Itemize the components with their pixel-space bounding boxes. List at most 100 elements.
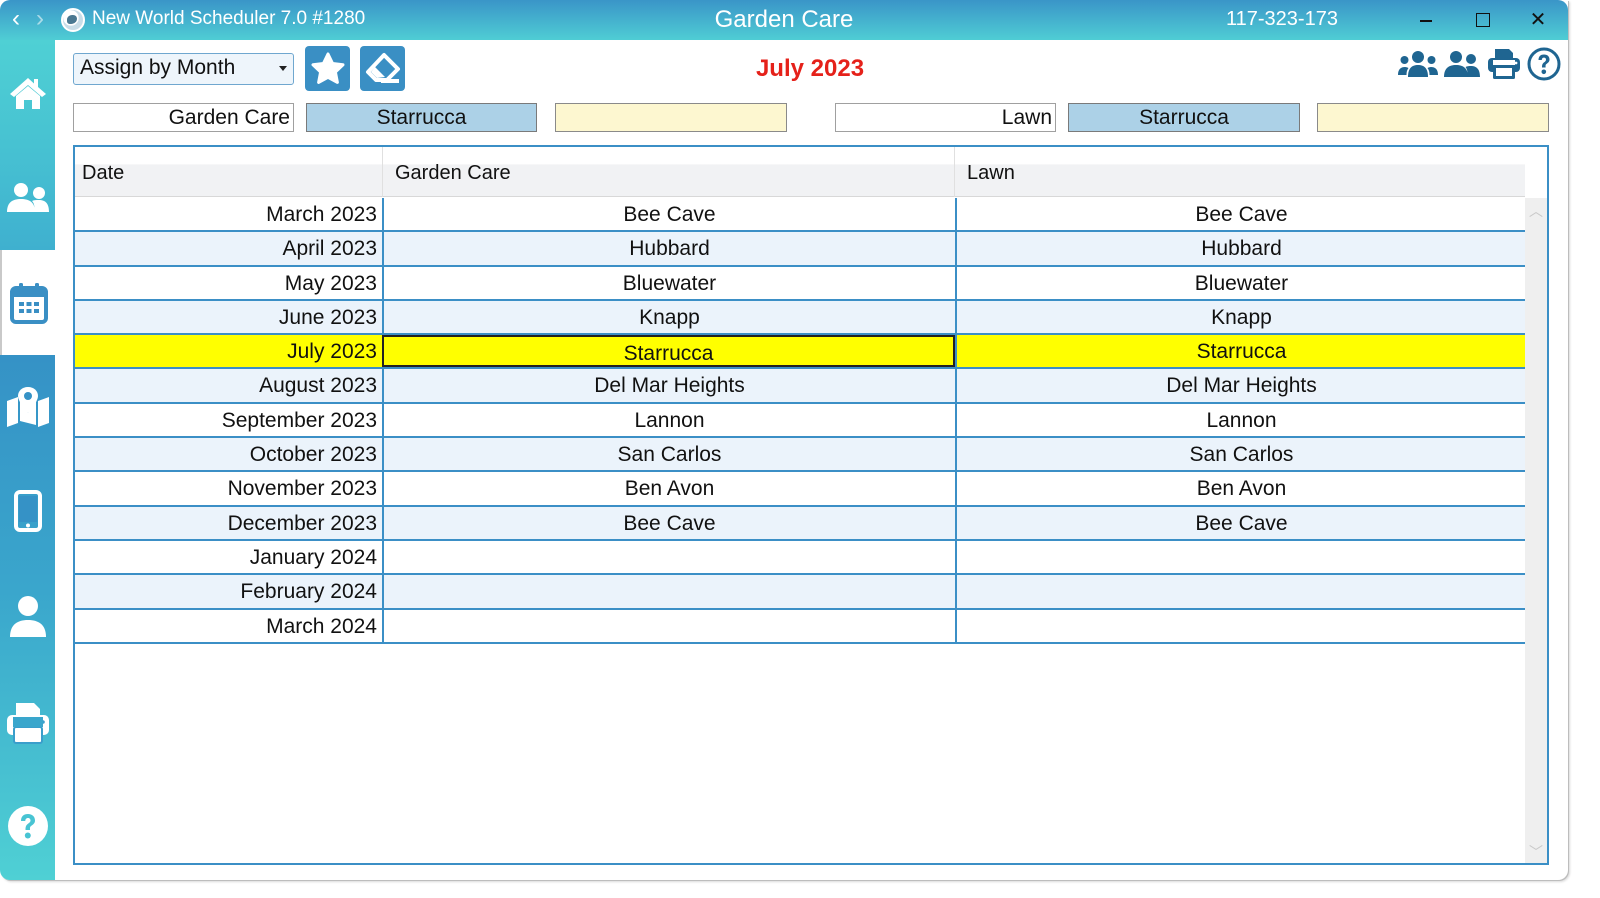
sidebar-item-home[interactable] <box>0 40 55 145</box>
left-selected-congregation[interactable]: Starrucca <box>306 103 537 132</box>
date-cell[interactable]: March 2023 <box>75 198 382 230</box>
sidebar-item-people[interactable] <box>0 145 55 250</box>
garden-care-cell[interactable]: Bluewater <box>382 266 955 299</box>
lawn-cell[interactable]: Lannon <box>955 403 1526 437</box>
lawn-cell[interactable]: Bee Cave <box>955 198 1526 231</box>
garden-care-cell[interactable] <box>382 575 955 608</box>
table-row[interactable]: February 2024 <box>75 575 1526 610</box>
lawn-cell[interactable]: Ben Avon <box>955 472 1526 505</box>
right-selected-congregation[interactable]: Starrucca <box>1068 103 1300 132</box>
star-icon <box>311 52 344 84</box>
minimize-button[interactable] <box>1406 6 1446 34</box>
date-cell[interactable]: April 2023 <box>75 232 382 264</box>
clear-button[interactable] <box>360 46 405 91</box>
people-icon <box>6 182 49 212</box>
lawn-cell[interactable]: Starrucca <box>955 335 1526 368</box>
assign-mode-select[interactable]: Assign by Month <box>73 53 294 85</box>
column-header-lawn[interactable]: Lawn <box>955 147 1526 197</box>
garden-care-cell[interactable]: Hubbard <box>382 232 955 265</box>
home-icon <box>9 77 46 109</box>
table-row[interactable]: January 2024 <box>75 540 1526 576</box>
help-button[interactable] <box>1527 46 1561 82</box>
lawn-cell[interactable]: Hubbard <box>955 232 1526 265</box>
garden-care-cell[interactable]: San Carlos <box>382 438 955 471</box>
garden-care-cell[interactable]: Starrucca <box>382 335 955 368</box>
garden-care-cell[interactable]: Bee Cave <box>382 198 955 231</box>
date-cell[interactable]: August 2023 <box>75 369 382 401</box>
garden-care-cell[interactable] <box>382 540 955 574</box>
date-cell[interactable]: January 2024 <box>75 541 382 573</box>
help-icon <box>1527 47 1561 81</box>
garden-care-cell[interactable]: Bee Cave <box>382 506 955 539</box>
table-row[interactable]: April 2023 Hubbard Hubbard <box>75 232 1526 267</box>
printer-icon <box>6 703 49 744</box>
current-month-title: July 2023 <box>755 55 865 82</box>
user-icon <box>9 596 46 637</box>
left-ministry-label[interactable]: Garden Care <box>73 103 294 132</box>
right-extra-field[interactable] <box>1317 103 1549 132</box>
garden-care-cell[interactable]: Del Mar Heights <box>382 369 955 402</box>
garden-care-cell[interactable] <box>382 609 955 642</box>
garden-care-cell[interactable]: Knapp <box>382 300 955 334</box>
table-row[interactable]: December 2023 Bee Cave Bee Cave <box>75 506 1526 541</box>
garden-care-cell[interactable]: Lannon <box>382 403 955 437</box>
date-cell[interactable]: November 2023 <box>75 472 382 504</box>
sidebar-item-user[interactable] <box>0 595 55 639</box>
date-cell[interactable]: September 2023 <box>75 404 382 436</box>
left-extra-field[interactable] <box>555 103 787 132</box>
sidebar-item-print[interactable] <box>0 701 55 745</box>
close-button[interactable]: ✕ <box>1518 6 1558 34</box>
lawn-cell[interactable]: Knapp <box>955 300 1526 334</box>
table-row-current[interactable]: July 2023 Starrucca Starrucca <box>75 335 1526 370</box>
print-button[interactable] <box>1488 46 1520 82</box>
lawn-cell[interactable] <box>955 540 1526 574</box>
right-ministry-label[interactable]: Lawn <box>835 103 1056 132</box>
garden-care-cell[interactable]: Ben Avon <box>382 472 955 505</box>
table-row[interactable]: August 2023 Del Mar Heights Del Mar Height… <box>75 369 1526 404</box>
grid-body: March 2023 Bee Cave Bee Cave April 2023 Hubb… <box>75 198 1526 644</box>
people-button[interactable] <box>1443 46 1481 82</box>
lawn-cell[interactable]: Bluewater <box>955 266 1526 299</box>
column-header-garden-care[interactable]: Garden Care <box>383 147 955 197</box>
sidebar-item-calendar[interactable] <box>0 250 55 355</box>
group-button[interactable] <box>1398 46 1438 82</box>
vertical-scrollbar[interactable]: ︿ ﹀ <box>1525 198 1547 863</box>
help-icon <box>7 806 48 846</box>
sidebar-item-mobile[interactable] <box>0 490 55 532</box>
date-cell[interactable]: July 2023 <box>75 335 382 367</box>
scroll-down-chevron-icon[interactable]: ﹀ <box>1525 841 1547 863</box>
lawn-cell[interactable] <box>955 575 1526 608</box>
date-cell[interactable]: June 2023 <box>75 301 382 333</box>
lawn-cell[interactable]: San Carlos <box>955 438 1526 471</box>
table-row[interactable]: March 2023 Bee Cave Bee Cave <box>75 198 1526 233</box>
map-marker-icon <box>6 387 49 427</box>
date-cell[interactable]: October 2023 <box>75 438 382 470</box>
table-row[interactable]: September 2023 Lannon Lannon <box>75 403 1526 439</box>
date-cell[interactable]: February 2024 <box>75 575 382 607</box>
sidebar-item-help[interactable] <box>0 805 55 847</box>
account-code: 117-323-173 <box>1226 8 1338 30</box>
lawn-cell[interactable] <box>955 609 1526 642</box>
favorite-button[interactable] <box>305 46 350 91</box>
date-cell[interactable]: December 2023 <box>75 507 382 539</box>
sidebar-item-map[interactable] <box>0 387 55 427</box>
assign-mode-value: Assign by Month <box>80 56 236 79</box>
maximize-button[interactable] <box>1462 6 1502 34</box>
calendar-icon <box>9 282 48 324</box>
eraser-icon <box>365 52 400 83</box>
grid-header: Date Garden Care Lawn <box>75 147 1526 197</box>
table-row[interactable]: November 2023 Ben Avon Ben Avon <box>75 472 1526 507</box>
date-cell[interactable]: May 2023 <box>75 267 382 299</box>
lawn-cell[interactable]: Del Mar Heights <box>955 369 1526 402</box>
group-icon <box>1398 51 1438 77</box>
date-cell[interactable]: March 2024 <box>75 610 382 642</box>
scroll-up-chevron-icon[interactable]: ︿ <box>1525 200 1547 222</box>
lawn-cell[interactable]: Bee Cave <box>955 506 1526 539</box>
table-row[interactable]: June 2023 Knapp Knapp <box>75 300 1526 336</box>
table-row[interactable]: March 2024 <box>75 609 1526 644</box>
column-header-date[interactable]: Date <box>75 147 383 197</box>
table-row[interactable]: October 2023 San Carlos San Carlos <box>75 438 1526 473</box>
app-window: ‹ › New World Scheduler 7.0 #1280 Garden… <box>0 0 1568 880</box>
table-row[interactable]: May 2023 Bluewater Bluewater <box>75 266 1526 301</box>
printer-icon <box>1488 49 1520 79</box>
